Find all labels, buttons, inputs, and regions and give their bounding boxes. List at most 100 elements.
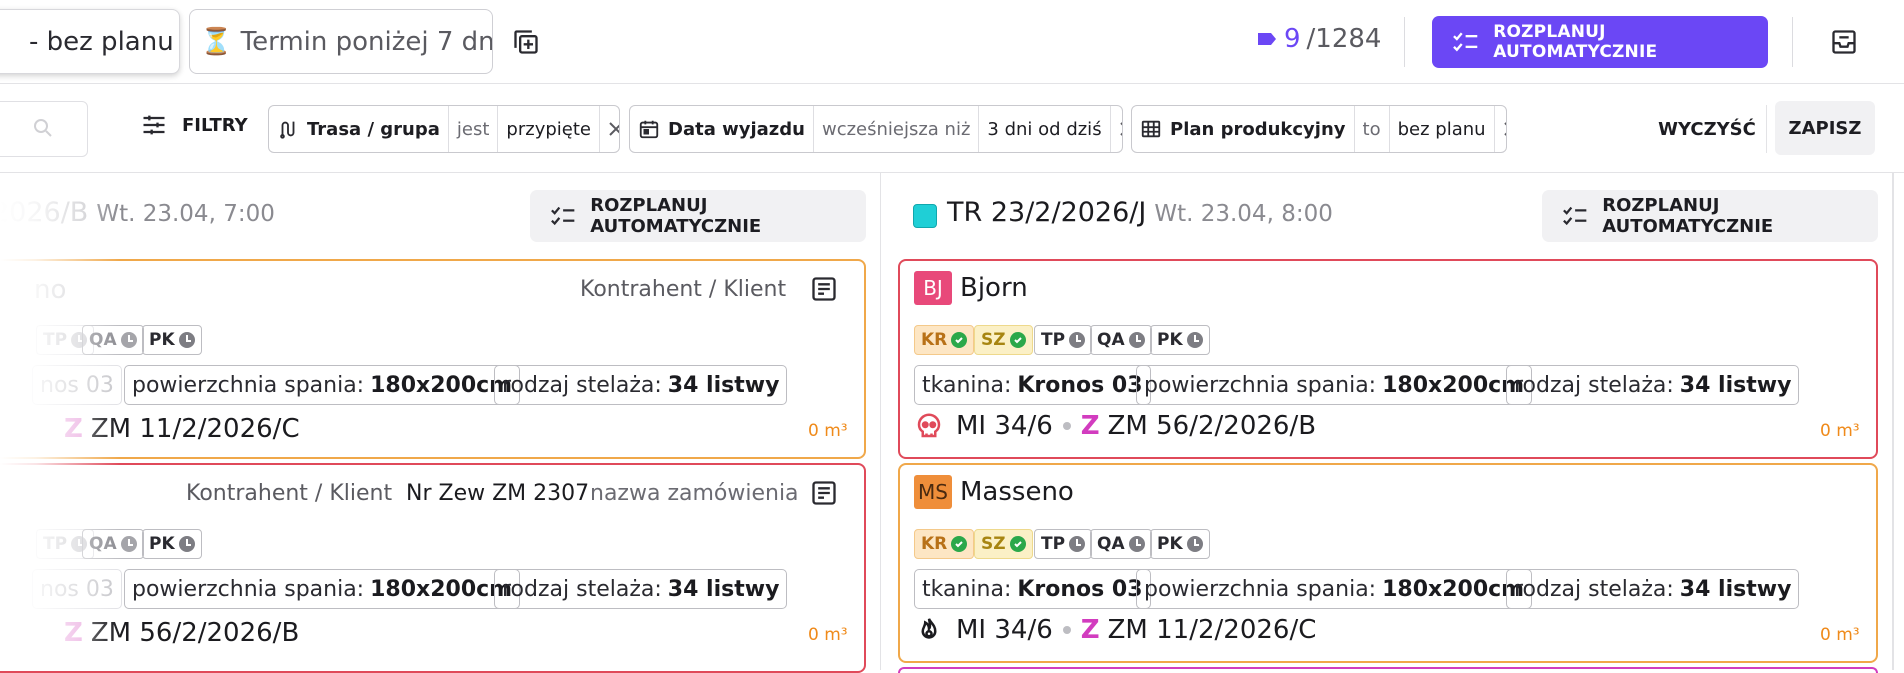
add-copy-icon xyxy=(514,30,538,54)
prop-frame-type: rodzaj stelaża: 34 listwy xyxy=(494,569,788,609)
customer-name: Masseno xyxy=(960,477,1074,507)
filters-label: FILTRY xyxy=(182,114,248,136)
inbox-icon xyxy=(1832,30,1856,54)
client-label: Kontrahent / Klient xyxy=(580,277,787,302)
scrollbar-track[interactable] xyxy=(1892,173,1894,670)
prop-sleeping-area: powierzchnia spania: 180x200cm xyxy=(124,365,521,405)
column-auto-plan-button[interactable]: ROZPLANUJ AUTOMATYCZNIE xyxy=(530,190,866,242)
column-right: TR 23/2/2026/J Wt. 23.04, 8:00 ROZPLANUJ … xyxy=(881,173,1893,673)
column-auto-plan-button[interactable]: ROZPLANUJ AUTOMATYCZNIE xyxy=(1542,190,1878,242)
prop-fabric: tkanina: Kronos 03 xyxy=(914,365,1151,405)
checklist-icon xyxy=(551,206,575,226)
badge-qa: QA xyxy=(1090,529,1152,559)
auto-plan-label: ROZPLANUJ AUTOMATYCZNIE xyxy=(1493,22,1658,62)
tab-bez-planu[interactable]: - bez planu xyxy=(0,9,180,74)
order-reference: Z ZM 11/2/2026/C xyxy=(64,414,300,444)
chip-operator: jest xyxy=(449,106,499,152)
clear-button[interactable]: WYCZYŚĆ xyxy=(1652,105,1762,153)
divider xyxy=(1404,17,1405,67)
badge-kr: KR xyxy=(914,529,975,559)
count-value: 9 xyxy=(1284,24,1301,54)
route-icon xyxy=(280,121,295,139)
top-bar: - bez planu ⏳ Termin poniżej 7 dni 9 /12… xyxy=(0,0,1904,84)
volume: 0 m³ xyxy=(1820,421,1860,441)
flame-icon xyxy=(921,618,937,639)
client-label: Kontrahent / Klient xyxy=(186,481,393,506)
volume: 0 m³ xyxy=(808,625,848,645)
customer-name: no xyxy=(34,275,67,305)
skull-icon xyxy=(917,413,941,438)
chip-value: 3 dni od dziś xyxy=(979,106,1111,152)
avatar: BJ xyxy=(914,271,952,305)
order-reference: MI 34/6 Z ZM 56/2/2026/B xyxy=(914,411,1316,441)
save-button[interactable]: ZAPISZ xyxy=(1775,101,1875,155)
count-total: /1284 xyxy=(1306,24,1382,54)
note-icon[interactable] xyxy=(810,479,838,507)
filter-chip-route[interactable]: Trasa / grupa jest przypięte xyxy=(268,105,620,153)
chip-field: Trasa / grupa xyxy=(269,106,449,152)
badge-tp: TP xyxy=(1034,529,1093,559)
prop-frame-type: rodzaj stelaża: 34 listwy xyxy=(1506,569,1800,609)
mi-number: MI 34/6 xyxy=(956,411,1053,441)
prop-sleeping-area: powierzchnia spania: 180x200cm xyxy=(1136,365,1533,405)
badge-pk: PK xyxy=(1150,529,1210,559)
prop-fabric: nos 03 xyxy=(32,569,122,609)
note-icon[interactable] xyxy=(810,275,838,303)
tag-icon xyxy=(1258,33,1276,45)
prop-fabric: nos 03 xyxy=(32,365,122,405)
order-card[interactable]: BJ Bjorn KR SZ TP QA PK tkanina: Kronos 0… xyxy=(898,259,1878,459)
badge-sz: SZ xyxy=(974,529,1033,559)
badge-qa: QA xyxy=(82,529,144,559)
tab-label: ⏳ Termin poniżej 7 dni xyxy=(200,26,493,57)
badge-pk: PK xyxy=(142,325,202,355)
order-name: nazwa zamówienia xyxy=(590,481,799,506)
sliders-icon xyxy=(143,115,165,135)
close-icon xyxy=(1119,122,1122,136)
tab-label: - bez planu xyxy=(29,26,174,57)
next-card-edge xyxy=(898,667,1878,673)
order-card[interactable]: MS Masseno KR SZ TP QA PK tkanina: Kronos… xyxy=(898,463,1878,663)
filter-chip-departure[interactable]: Data wyjazdu wcześniejsza niż 3 dni od d… xyxy=(629,105,1123,153)
chip-value: przypięte xyxy=(498,106,600,152)
chip-remove-button[interactable] xyxy=(1111,106,1122,152)
mi-number: MI 34/6 xyxy=(956,615,1053,645)
search-input[interactable] xyxy=(0,101,88,157)
checklist-icon xyxy=(1563,206,1587,226)
checklist-icon xyxy=(1453,32,1478,52)
calendar-icon xyxy=(639,120,659,139)
badge-pk: PK xyxy=(142,529,202,559)
filter-bar: FILTRY Trasa / grupa jest przypięte Data… xyxy=(0,85,1904,173)
tab-termin[interactable]: ⏳ Termin poniżej 7 dni xyxy=(189,9,493,74)
chip-field: Plan produkcyjny xyxy=(1132,106,1355,152)
prop-fabric: tkanina: Kronos 03 xyxy=(914,569,1151,609)
badge-sz: SZ xyxy=(974,325,1033,355)
order-card[interactable]: no Kontrahent / Klient TP QA PK nos 03 p… xyxy=(0,259,866,459)
route-color-indicator xyxy=(913,204,937,228)
badge-kr: KR xyxy=(914,325,975,355)
chip-remove-button[interactable] xyxy=(600,106,619,152)
auto-plan-button[interactable]: ROZPLANUJ AUTOMATYCZNIE xyxy=(1432,16,1768,68)
column-left: 2026/B Wt. 23.04, 7:00 ROZPLANUJ AUTOMATY… xyxy=(0,173,880,673)
column-title: 2026/B Wt. 23.04, 7:00 xyxy=(0,197,275,228)
volume: 0 m³ xyxy=(808,421,848,441)
filter-chip-plan[interactable]: Plan produkcyjny to bez planu xyxy=(1131,105,1507,153)
filters-button[interactable]: FILTRY xyxy=(140,111,248,139)
chip-remove-button[interactable] xyxy=(1495,106,1506,152)
badge-qa: QA xyxy=(82,325,144,355)
external-order-number: Nr Zew ZM 2307 xyxy=(406,481,590,506)
add-tab-button[interactable] xyxy=(510,26,542,58)
column-title: TR 23/2/2026/J Wt. 23.04, 8:00 xyxy=(947,197,1333,228)
badge-qa: QA xyxy=(1090,325,1152,355)
inbox-button[interactable] xyxy=(1826,24,1862,60)
prop-frame-type: rodzaj stelaża: 34 listwy xyxy=(1506,365,1800,405)
table-icon xyxy=(1141,120,1161,138)
order-reference: MI 34/6 Z ZM 11/2/2026/C xyxy=(914,615,1316,645)
prop-sleeping-area: powierzchnia spania: 180x200cm xyxy=(1136,569,1533,609)
chip-field: Data wyjazdu xyxy=(630,106,814,152)
badge-tp: TP xyxy=(1034,325,1093,355)
search-icon xyxy=(34,119,52,137)
chip-operator: to xyxy=(1355,106,1390,152)
customer-name: Bjorn xyxy=(960,273,1028,303)
order-card[interactable]: Kontrahent / Klient Nr Zew ZM 2307 nazwa… xyxy=(0,463,866,673)
close-icon xyxy=(609,122,619,136)
